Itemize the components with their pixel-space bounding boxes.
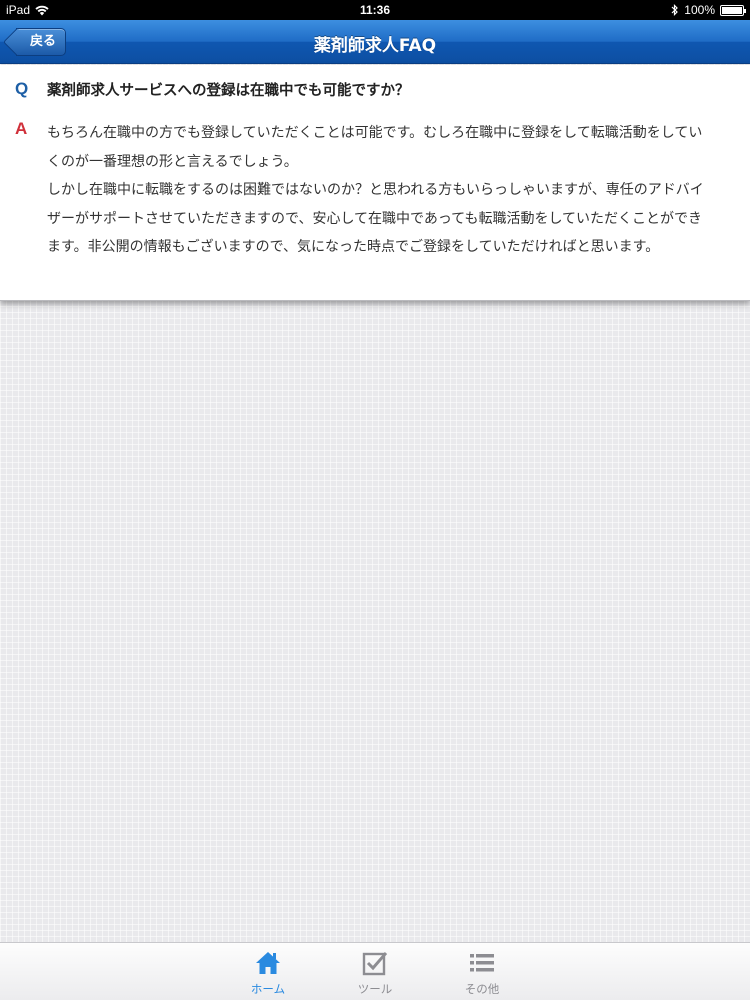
tab-home[interactable]: ホーム	[228, 943, 308, 1000]
battery-icon	[720, 4, 746, 16]
tab-other[interactable]: その他	[442, 943, 522, 1000]
wifi-icon	[35, 5, 49, 15]
device-name: iPad	[6, 3, 31, 17]
tab-home-label: ホーム	[250, 982, 286, 996]
faq-card: Q 薬剤師求人サービスへの登録は在職中でも可能ですか？ A もちろん在職中の方で…	[0, 65, 750, 301]
tab-other-label: その他	[464, 982, 500, 996]
checkbox-icon	[362, 952, 388, 976]
navigation-bar: 戻る 薬剤師求人FAQ	[0, 20, 750, 64]
page-title: 薬剤師求人FAQ	[313, 36, 437, 56]
status-right: 100%	[671, 3, 746, 17]
tab-bar: ホーム ツール その他	[0, 942, 750, 1000]
bluetooth-icon	[671, 4, 679, 16]
battery-fill	[722, 6, 742, 14]
tab-tools-label: ツール	[357, 982, 393, 996]
answer-text: もちろん在職中の方でも登録していただくことは可能です。むしろ在職中に登録をして転…	[47, 125, 704, 255]
status-left: iPad	[6, 3, 49, 17]
question-mark-label: Q	[15, 79, 29, 98]
list-icon	[470, 954, 494, 972]
status-time: 11:36	[359, 3, 391, 17]
battery-percent: 100%	[684, 3, 715, 17]
question-text: 薬剤師求人サービスへの登録は在職中でも可能ですか？	[47, 83, 410, 99]
home-icon	[256, 952, 280, 974]
status-bar: iPad 11:36 100%	[0, 0, 750, 20]
tab-tools[interactable]: ツール	[335, 943, 415, 1000]
answer-mark-label: A	[15, 119, 28, 138]
